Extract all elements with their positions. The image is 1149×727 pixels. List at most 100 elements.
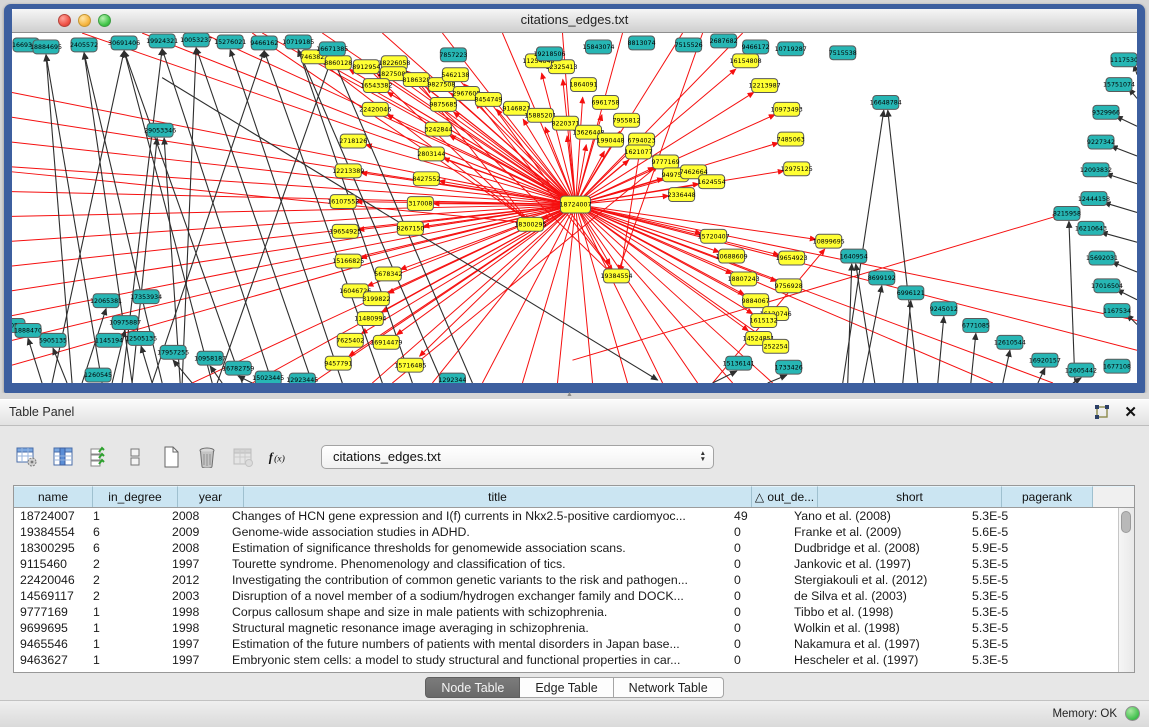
table-cell[interactable]: Investigating the contribution of common… [226, 572, 728, 588]
function-builder-icon[interactable]: f (x) [267, 445, 290, 469]
show-columns-icon[interactable] [51, 445, 74, 469]
graph-node-yellow[interactable]: 1864091 [569, 78, 597, 92]
graph-edge-red[interactable] [557, 205, 575, 383]
table-cell[interactable]: 2 [87, 588, 166, 604]
graph-node-teal[interactable]: 1145194 [95, 333, 123, 347]
table-cell[interactable]: Jankovic et al. (1997) [788, 556, 966, 572]
graph-edge-black[interactable] [1073, 378, 1081, 383]
table-cell[interactable]: Estimation of the future numbers of pati… [226, 636, 728, 652]
graph-edge-red[interactable] [12, 117, 576, 204]
graph-node-yellow[interactable]: 6961758 [592, 95, 620, 109]
table-cell[interactable]: 2009 [166, 524, 226, 540]
graph-node-teal[interactable]: 12065381 [90, 294, 122, 308]
graph-node-teal[interactable]: 9227342 [1087, 135, 1115, 149]
float-panel-icon[interactable] [1094, 405, 1109, 420]
graph-node-teal[interactable]: 12505135 [125, 331, 157, 345]
table-cell[interactable]: 0 [728, 620, 788, 636]
row-height-icon[interactable] [123, 445, 146, 469]
table-row[interactable]: 1872400712008Changes of HCN gene express… [14, 508, 1119, 524]
graph-node-teal[interactable]: 15276021 [214, 35, 246, 49]
graph-node-yellow[interactable]: 19654925 [329, 224, 361, 238]
table-cell[interactable]: 6 [87, 540, 166, 556]
graph-node-yellow[interactable]: 7955812 [613, 113, 641, 127]
close-panel-icon[interactable]: ✕ [1124, 405, 1137, 420]
graph-node-teal[interactable]: 12444158 [1078, 192, 1110, 206]
graph-node-teal[interactable]: 9466162 [250, 36, 278, 50]
graph-node-yellow[interactable]: 18807243 [728, 272, 760, 286]
table-row[interactable]: 1938455462009Genome-wide association stu… [14, 524, 1119, 540]
graph-node-teal[interactable]: 1167534 [1103, 304, 1131, 318]
new-table-icon[interactable] [159, 445, 182, 469]
tab-edge-table[interactable]: Edge Table [520, 677, 613, 698]
graph-edge-red[interactable] [387, 115, 575, 205]
graph-node-teal[interactable]: 2687682 [710, 34, 738, 48]
table-cell[interactable]: 0 [728, 636, 788, 652]
graph-node-teal[interactable]: 12923445 [286, 373, 318, 383]
graph-node-yellow[interactable]: 9457791 [324, 356, 352, 370]
table-cell[interactable]: 9463627 [14, 652, 87, 668]
column-header-0[interactable]: name [14, 486, 93, 507]
graph-node-yellow[interactable]: 12213987 [749, 79, 781, 93]
table-cell[interactable]: Corpus callosum shape and size in male p… [226, 604, 728, 620]
graph-node-teal[interactable]: 30691406 [108, 36, 140, 50]
table-cell[interactable]: 5.5E-5 [966, 572, 1051, 588]
graph-node-yellow[interactable]: 18300295 [514, 217, 546, 231]
graph-node-yellow[interactable]: 19384554 [601, 269, 633, 283]
graph-edge-red[interactable] [420, 205, 576, 357]
table-cell[interactable]: 9699695 [14, 620, 87, 636]
graph-node-teal[interactable]: 16782759 [222, 361, 254, 375]
table-cell[interactable]: 5.6E-5 [966, 524, 1051, 540]
graph-node-teal[interactable]: 6996121 [897, 286, 925, 300]
graph-node-teal[interactable]: 9466172 [742, 40, 770, 54]
graph-node-teal[interactable]: 1292344 [438, 373, 466, 383]
table-cell[interactable]: Tibbo et al. (1998) [788, 604, 966, 620]
table-cell[interactable]: 5.3E-5 [966, 636, 1051, 652]
table-cell[interactable]: de Silva et al. (2003) [788, 588, 966, 604]
column-header-4[interactable]: △ out_de... [752, 486, 818, 507]
graph-node-yellow[interactable]: 8186328 [402, 73, 430, 87]
graph-edge-black[interactable] [1106, 174, 1137, 184]
graph-node-yellow[interactable]: 8860128 [324, 56, 352, 70]
table-cell[interactable]: 5.3E-5 [966, 604, 1051, 620]
table-row[interactable]: 946362711997Embryonic stem cells: a mode… [14, 652, 1119, 668]
graph-node-teal[interactable]: 1260545 [84, 368, 112, 382]
table-row[interactable]: 2242004622012Investigating the contribut… [14, 572, 1119, 588]
table-cell[interactable]: 5.3E-5 [966, 508, 1051, 524]
table-cell[interactable]: Changes of HCN gene expression and I(f) … [226, 508, 728, 524]
select-columns-icon[interactable] [87, 445, 110, 469]
graph-node-teal[interactable]: 18884695 [30, 40, 62, 54]
zoom-window-button[interactable] [98, 14, 111, 27]
graph-edge-black[interactable] [196, 48, 312, 383]
citation-graph[interactable]: 7463822886012889129541822605818275082165… [12, 33, 1137, 383]
graph-node-teal[interactable]: 1888470 [14, 324, 42, 338]
graph-node-teal[interactable]: 19924321 [146, 34, 178, 48]
scrollbar-thumb[interactable] [1121, 511, 1131, 533]
graph-node-yellow[interactable]: 12213389 [332, 164, 364, 178]
graph-node-yellow[interactable]: 10688609 [716, 249, 748, 263]
table-row[interactable]: 1456911722003Disruption of a novel membe… [14, 588, 1119, 604]
graph-node-teal[interactable]: 16210643 [1075, 221, 1107, 235]
graph-node-yellow[interactable]: 317008 [407, 197, 433, 211]
graph-node-yellow[interactable]: 1624554 [698, 175, 726, 189]
graph-edge-black[interactable] [1112, 262, 1137, 272]
graph-edge-black[interactable] [264, 51, 382, 383]
table-cell[interactable]: 1998 [166, 604, 226, 620]
window-titlebar[interactable]: citations_edges.txt [12, 9, 1137, 33]
graph-node-yellow[interactable]: 10973493 [771, 102, 803, 116]
splitter-handle-icon[interactable]: ▲ [566, 391, 573, 398]
table-cell[interactable]: 1 [87, 508, 166, 524]
table-cell[interactable]: 49 [728, 508, 788, 524]
graph-node-yellow[interactable]: 2718126 [339, 134, 367, 148]
graph-node-teal[interactable]: 17353934 [130, 290, 162, 304]
graph-edge-red[interactable] [576, 97, 583, 204]
graph-node-teal[interactable]: 17957255 [157, 345, 189, 359]
table-cell[interactable]: 2008 [166, 508, 226, 524]
graph-node-yellow[interactable]: 9875685 [429, 97, 457, 111]
graph-node-yellow[interactable]: 22420046 [359, 102, 391, 116]
graph-node-teal[interactable]: 5905135 [39, 333, 67, 347]
graph-edge-black[interactable] [938, 317, 944, 383]
graph-node-yellow[interactable]: 16107552 [327, 195, 359, 209]
graph-node-yellow[interactable]: 15166825 [332, 254, 364, 268]
table-cell[interactable]: Tourette syndrome. Phenomenology and cla… [226, 556, 728, 572]
graph-node-teal[interactable]: 12093832 [1080, 163, 1112, 177]
